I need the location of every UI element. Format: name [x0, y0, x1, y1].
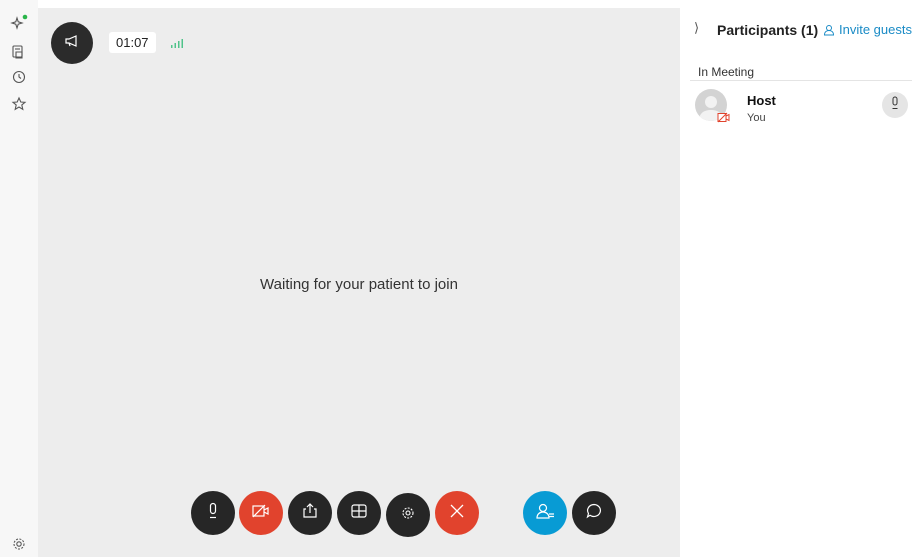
invite-guests-link[interactable]: Invite guests [839, 22, 912, 37]
share-button[interactable] [288, 491, 332, 535]
mic-button[interactable] [191, 491, 235, 535]
collapse-panel-icon[interactable]: ⟩ [694, 20, 699, 36]
meeting-stage: 01:07 Waiting for your patient to join [38, 8, 680, 557]
participant-mic-button[interactable] [882, 92, 908, 118]
grid-icon [350, 503, 368, 524]
participant-name: Host [747, 93, 776, 108]
end-call-button[interactable] [435, 491, 479, 535]
layout-button[interactable] [337, 491, 381, 535]
sparkle-icon[interactable] [10, 14, 28, 32]
gear-icon [400, 505, 416, 526]
signal-strength-icon [171, 35, 183, 53]
left-rail [0, 0, 38, 557]
close-icon [449, 503, 465, 524]
megaphone-icon [63, 32, 81, 55]
phone-contacts-icon[interactable] [10, 43, 28, 61]
invite-user-icon[interactable] [823, 23, 835, 39]
gear-icon[interactable] [10, 535, 28, 553]
settings-button[interactable] [386, 493, 430, 537]
divider [690, 80, 912, 81]
share-icon [301, 502, 319, 525]
panel-header: ⟩ Participants (1) Invite guests [680, 18, 912, 42]
mic-icon [205, 502, 221, 525]
call-timer: 01:07 [109, 32, 156, 53]
participants-icon [535, 502, 555, 525]
chat-button[interactable] [572, 491, 616, 535]
participants-panel: ⟩ Participants (1) Invite guests In Meet… [680, 0, 912, 557]
camera-off-icon [717, 110, 731, 123]
clock-icon[interactable] [10, 68, 28, 86]
star-icon[interactable] [10, 95, 28, 113]
chat-icon [585, 502, 603, 525]
panel-title: Participants (1) [717, 22, 819, 38]
announcement-button[interactable] [51, 22, 93, 64]
video-off-button[interactable] [239, 491, 283, 535]
waiting-message: Waiting for your patient to join [260, 276, 458, 293]
participants-button[interactable] [523, 491, 567, 535]
video-off-icon [251, 503, 271, 524]
section-label: In Meeting [698, 65, 755, 79]
participant-subtitle: You [747, 112, 766, 124]
mic-icon [890, 96, 900, 115]
